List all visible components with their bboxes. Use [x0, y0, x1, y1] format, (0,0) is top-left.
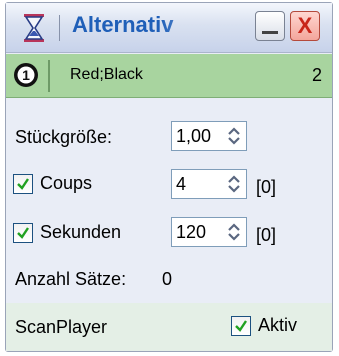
title-bar[interactable]: Alternativ X: [6, 3, 332, 53]
svg-text:1: 1: [22, 67, 30, 83]
close-button[interactable]: X: [290, 11, 320, 41]
status-text: Red;Black: [70, 66, 143, 83]
sekunden-value[interactable]: 120: [176, 222, 206, 243]
player-name: ScanPlayer: [15, 317, 108, 337]
number-one-icon: 1: [14, 63, 38, 87]
app-window: Alternativ X 1 Red;Black 2 Stückgröße: 1…: [0, 0, 339, 356]
coups-stepper[interactable]: 4: [171, 169, 247, 199]
title-separator: [59, 15, 60, 41]
window-title: Alternativ: [72, 12, 174, 37]
anzahl-saetze-value: 0: [162, 269, 173, 289]
aktiv-checkbox[interactable]: [231, 316, 251, 336]
stueckgroesse-label: Stückgröße:: [15, 127, 113, 147]
aktiv-label: Aktiv: [258, 315, 298, 335]
stueckgroesse-stepper[interactable]: 1,00: [171, 121, 247, 151]
spinner-arrows-icon[interactable]: [224, 172, 244, 196]
coups-checkbox[interactable]: [13, 174, 33, 194]
sekunden-counter: [0]: [256, 225, 277, 245]
status-bar: 1 Red;Black 2: [6, 54, 332, 98]
sekunden-checkbox[interactable]: [13, 223, 33, 243]
status-separator: [48, 60, 50, 92]
window-frame: Alternativ X 1 Red;Black 2 Stückgröße: 1…: [5, 2, 333, 352]
hourglass-icon: [24, 14, 44, 42]
spinner-arrows-icon[interactable]: [224, 124, 244, 148]
close-icon: X: [297, 13, 313, 38]
anzahl-saetze-label: Anzahl Sätze:: [15, 269, 127, 289]
sekunden-stepper[interactable]: 120: [171, 217, 247, 247]
footer-bar: ScanPlayer Aktiv: [6, 303, 332, 351]
coups-label: Coups: [40, 173, 93, 193]
checkmark-icon: [17, 227, 29, 239]
checkmark-icon: [17, 178, 29, 190]
stueckgroesse-value[interactable]: 1,00: [176, 126, 211, 147]
sekunden-label: Sekunden: [40, 222, 122, 242]
coups-counter: [0]: [256, 177, 277, 197]
status-count: 2: [311, 65, 322, 85]
coups-value[interactable]: 4: [176, 174, 186, 195]
spinner-arrows-icon[interactable]: [224, 220, 244, 244]
checkmark-icon: [235, 320, 247, 332]
minimize-button[interactable]: [255, 11, 285, 41]
